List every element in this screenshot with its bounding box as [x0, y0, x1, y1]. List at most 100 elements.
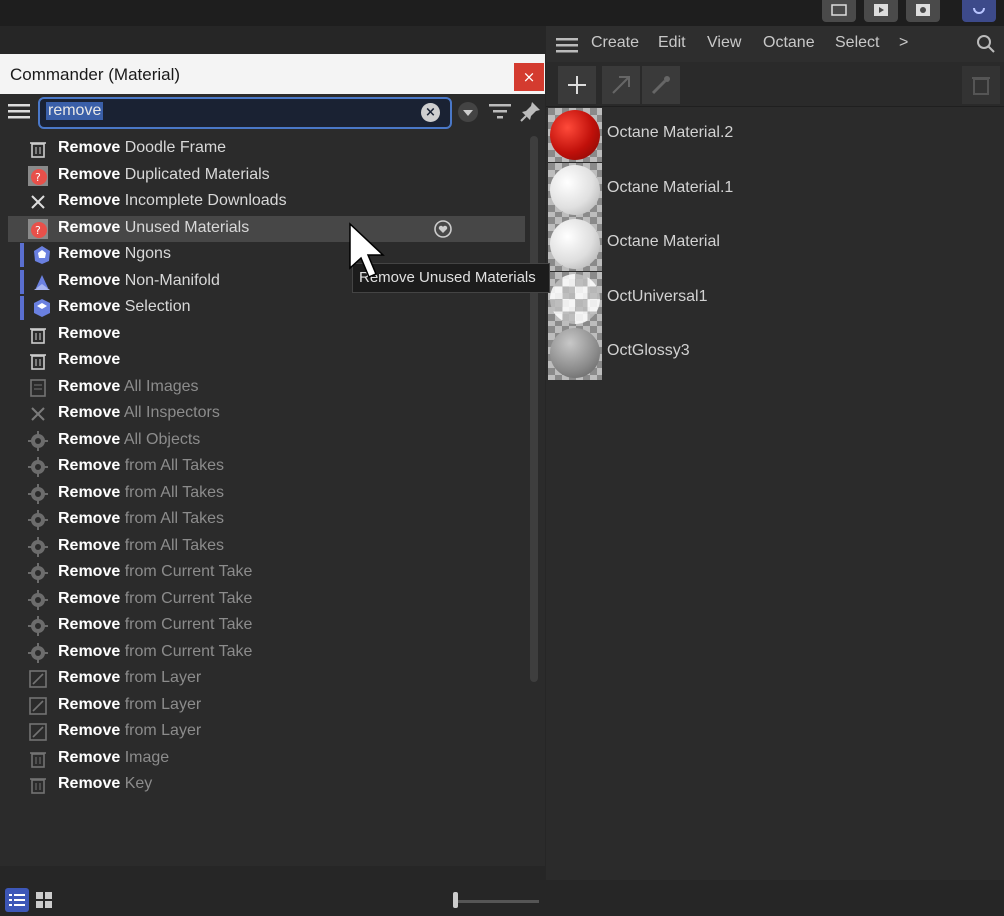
list-item-label: Remove from Current Take — [58, 590, 252, 608]
keyword-text: Remove — [58, 775, 121, 792]
item-rest-text: Incomplete Downloads — [124, 192, 287, 209]
list-item[interactable]: Remove from Current Take — [8, 613, 525, 639]
list-view-button[interactable] — [5, 888, 29, 912]
search-value: remove — [46, 102, 104, 120]
render-icon[interactable] — [864, 0, 898, 22]
grid-view-button[interactable] — [32, 888, 56, 912]
hamburger-icon[interactable] — [556, 37, 578, 53]
menu-select[interactable]: Select — [835, 34, 879, 52]
material-menu-bar: Create Edit View Octane Select > — [546, 26, 1004, 62]
list-item-label: Remove Unused Materials — [58, 219, 249, 237]
item-rest-text: from Layer — [124, 669, 202, 686]
commander-title: Commander (Material) — [10, 65, 181, 84]
item-rest-text: from Current Take — [124, 589, 253, 607]
scrollbar[interactable] — [530, 136, 538, 682]
gear-icon — [28, 616, 48, 636]
list-item[interactable]: Remove from All Takes — [8, 534, 525, 560]
list-item[interactable]: Remove from Layer — [8, 719, 525, 745]
list-item[interactable]: Remove — [8, 348, 525, 374]
x-icon — [28, 192, 48, 212]
render-settings-icon[interactable] — [906, 0, 940, 22]
clear-search-icon[interactable]: × — [421, 103, 440, 122]
item-rest-text: All Images — [123, 377, 199, 395]
close-button[interactable]: × — [514, 63, 544, 91]
material-toolbar — [546, 62, 1004, 107]
list-item[interactable]: Remove from All Takes — [8, 454, 525, 480]
list-item[interactable]: Remove from Layer — [8, 693, 525, 719]
commander-title-bar[interactable]: Commander (Material) × — [0, 54, 545, 94]
keyword-text: Remove — [58, 377, 121, 395]
item-rest-text: Image — [124, 748, 170, 766]
list-item[interactable]: Remove Key — [8, 772, 525, 798]
gear-icon — [28, 483, 48, 504]
material-item[interactable]: OctGlossy3 — [546, 326, 1004, 380]
list-item[interactable]: Remove Selection — [8, 295, 525, 321]
dropdown-icon[interactable] — [457, 101, 479, 123]
keyword-text: Remove — [58, 669, 121, 686]
material-item[interactable]: Octane Material.2 — [546, 108, 1004, 162]
list-view-icon — [9, 894, 25, 906]
list-item[interactable]: Remove from Current Take — [8, 587, 525, 613]
hamburger-icon[interactable] — [8, 103, 30, 119]
menu-edit[interactable]: Edit — [658, 34, 686, 52]
material-item[interactable]: OctUniversal1 — [546, 272, 1004, 326]
pin-icon[interactable] — [520, 100, 542, 122]
item-rest-text: from All Takes — [124, 483, 224, 501]
menu-octane[interactable]: Octane — [763, 34, 815, 52]
item-rest-text: Unused Materials — [124, 218, 250, 236]
x-icon — [28, 404, 48, 424]
list-item[interactable]: Remove from All Takes — [8, 507, 525, 533]
list-item-label: Remove from Layer — [58, 669, 201, 687]
list-item-label: Remove Selection — [58, 298, 191, 316]
filter-icon[interactable] — [489, 102, 511, 120]
ngon-icon — [32, 245, 52, 265]
list-item-label: Remove Key — [58, 775, 152, 793]
item-rest-text: from All Takes — [124, 536, 224, 554]
apply-button[interactable] — [602, 66, 640, 104]
layer-icon — [28, 696, 48, 716]
slider-handle[interactable] — [453, 892, 458, 908]
gear-icon — [28, 563, 48, 583]
material-item[interactable]: Octane Material — [546, 217, 1004, 271]
search-input[interactable]: remove × — [38, 97, 452, 129]
list-item[interactable]: ? Remove Duplicated Materials — [8, 163, 525, 189]
favorite-icon[interactable] — [433, 219, 453, 242]
octane-icon[interactable] — [962, 0, 996, 22]
list-item[interactable]: Remove Image — [8, 746, 525, 772]
list-item-label: Remove All Inspectors — [58, 404, 220, 422]
gear-icon — [28, 457, 48, 477]
list-item-label: Remove from Layer — [58, 696, 201, 714]
menu-create[interactable]: Create — [591, 34, 639, 52]
list-item[interactable]: Remove Incomplete Downloads — [8, 189, 525, 215]
list-item[interactable]: Remove Doodle Frame — [8, 136, 525, 162]
keyword-text: Remove — [58, 404, 121, 421]
list-item-label: Remove from All Takes — [58, 510, 224, 528]
list-item[interactable]: Remove All Objects — [8, 428, 525, 454]
add-material-button[interactable] — [558, 66, 596, 104]
menu-more[interactable]: > — [899, 34, 908, 52]
list-item[interactable]: Remove from All Takes — [8, 481, 525, 507]
svg-text:?: ? — [35, 171, 41, 184]
item-rest-text: from Current Take — [124, 642, 253, 660]
menu-view[interactable]: View — [707, 34, 741, 52]
list-item[interactable]: Remove from Current Take — [8, 560, 525, 586]
gear-icon — [28, 430, 48, 451]
material-manager: Create Edit View Octane Select > Octane … — [546, 26, 1004, 880]
list-item[interactable]: Remove — [8, 322, 525, 348]
list-item[interactable]: Remove All Inspectors — [8, 401, 525, 427]
eyedropper-icon — [651, 76, 670, 95]
commander-window: Commander (Material) × remove × Remove D… — [0, 54, 545, 912]
icon-size-slider[interactable] — [455, 900, 539, 903]
list-item[interactable]: Remove All Images — [8, 375, 525, 401]
list-item[interactable]: Remove from Current Take — [8, 640, 525, 666]
delete-material-button[interactable] — [962, 66, 1000, 104]
list-item-label: Remove All Objects — [58, 431, 200, 449]
gear-icon — [28, 642, 48, 663]
layout-icon[interactable] — [822, 0, 856, 22]
material-item[interactable]: Octane Material.1 — [546, 163, 1004, 217]
pick-material-button[interactable] — [642, 66, 680, 104]
list-item[interactable]: ? Remove Unused Materials — [8, 215, 525, 242]
list-item[interactable]: Remove from Layer — [8, 666, 525, 692]
search-icon[interactable] — [976, 34, 996, 54]
keyword-text: Remove — [58, 218, 121, 236]
